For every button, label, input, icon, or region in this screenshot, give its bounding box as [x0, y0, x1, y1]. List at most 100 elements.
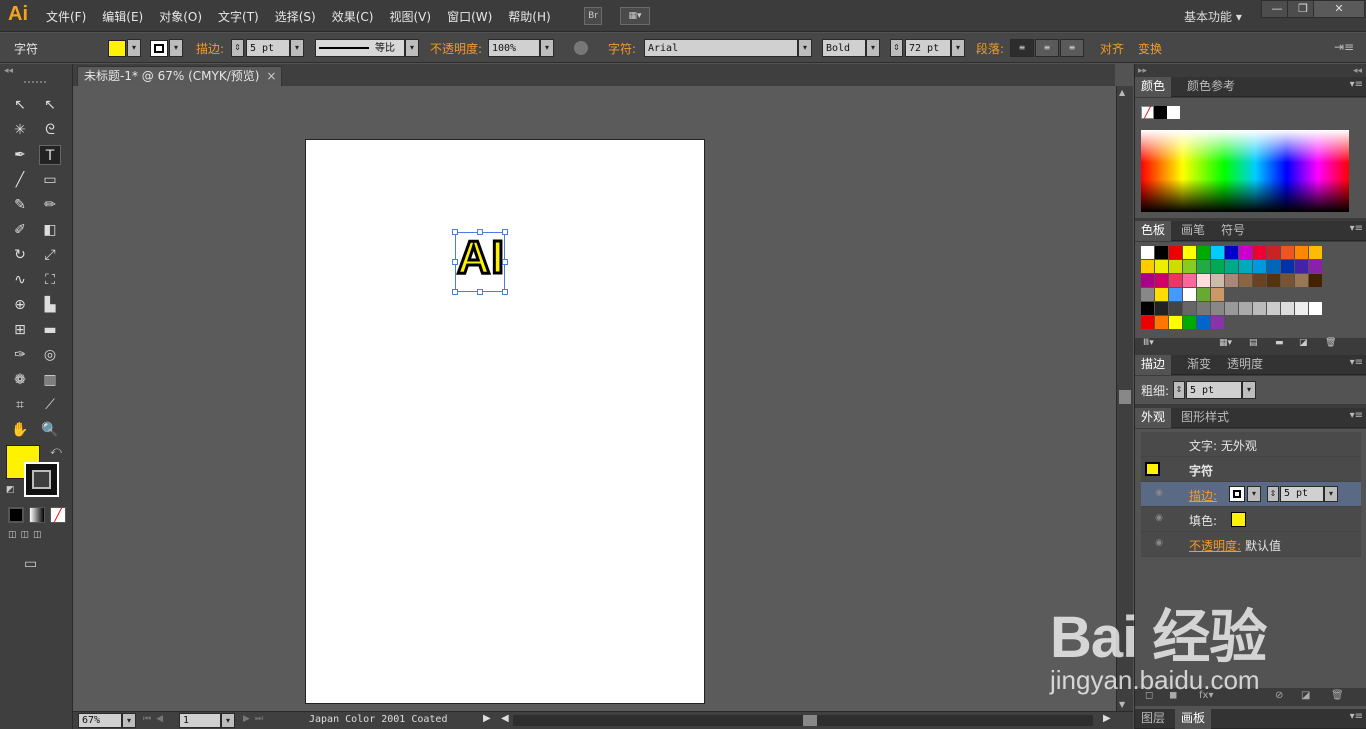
font-size-stepper[interactable]: ⇕ — [890, 39, 903, 57]
collapse-toolbox-icon[interactable]: ◂◂ — [4, 66, 13, 76]
expand-dock-icon[interactable]: ▸▸ — [1138, 66, 1147, 76]
shape-builder-tool-icon[interactable]: ⊕ — [9, 295, 31, 315]
fill-dropdown[interactable]: ▾ — [127, 39, 141, 57]
menu-edit[interactable]: 编辑(E) — [94, 8, 151, 25]
color-swatch[interactable] — [1197, 274, 1210, 287]
appearance-stroke-label[interactable]: 描边: — [1189, 487, 1217, 504]
drawing-modes-icon[interactable]: ◫◫◫ — [8, 530, 66, 544]
tab-color-guide[interactable]: 颜色参考 — [1181, 77, 1241, 97]
color-swatch[interactable] — [1141, 246, 1154, 259]
color-swatch[interactable] — [1183, 316, 1196, 329]
color-swatch[interactable] — [1141, 288, 1154, 301]
paragraph-label[interactable]: 段落: — [976, 40, 1004, 57]
color-swatch[interactable] — [1155, 288, 1168, 301]
color-swatch[interactable] — [1239, 274, 1252, 287]
stroke-swatch[interactable] — [150, 40, 168, 57]
color-swatch[interactable] — [1197, 246, 1210, 259]
color-swatch[interactable] — [1295, 260, 1308, 273]
eraser-tool-icon[interactable]: ◧ — [39, 220, 61, 240]
blend-tool-icon[interactable]: ◎ — [39, 345, 61, 365]
white-swatch[interactable] — [1167, 106, 1180, 119]
color-swatch[interactable] — [1239, 246, 1252, 259]
color-swatch[interactable] — [1281, 260, 1294, 273]
lasso-tool-icon[interactable]: ᘓ — [39, 120, 61, 140]
color-swatch[interactable] — [1267, 302, 1280, 315]
color-swatch[interactable] — [1155, 260, 1168, 273]
align-center-icon[interactable]: ≡ — [1035, 39, 1059, 57]
duplicate-item-icon[interactable]: ◪ — [1301, 690, 1310, 701]
color-swatch[interactable] — [1155, 316, 1168, 329]
appearance-row-character[interactable]: 字符 — [1141, 457, 1361, 482]
color-panel-menu-icon[interactable]: ▾≡ — [1350, 79, 1363, 90]
tab-brushes[interactable]: 画笔 — [1175, 221, 1211, 241]
artboard-number-field[interactable]: 1 — [179, 713, 221, 728]
resize-handle[interactable] — [477, 289, 483, 295]
tab-appearance[interactable]: 外观 — [1135, 408, 1172, 428]
resize-handle[interactable] — [502, 259, 508, 265]
color-swatch[interactable] — [1253, 260, 1266, 273]
horizontal-scrollbar[interactable] — [513, 715, 1093, 726]
tab-stroke[interactable]: 描边 — [1135, 355, 1172, 375]
align-left-icon[interactable]: ≡ — [1010, 39, 1034, 57]
align-panel-link[interactable]: 对齐 — [1100, 40, 1124, 57]
appearance-stroke-stepper[interactable]: ⇕ — [1267, 486, 1279, 502]
color-swatch[interactable] — [1169, 288, 1182, 301]
stroke-label[interactable]: 描边: — [196, 40, 224, 57]
none-swatch[interactable]: ╱ — [1141, 106, 1154, 119]
layers-panel-menu-icon[interactable]: ▾≡ — [1350, 711, 1363, 722]
color-swatch[interactable] — [1197, 288, 1210, 301]
hand-tool-icon[interactable]: ✋ — [9, 420, 31, 440]
delete-swatch-icon[interactable]: 🗑 — [1325, 338, 1336, 348]
color-swatch[interactable] — [1211, 302, 1224, 315]
color-swatch[interactable] — [1211, 288, 1224, 301]
clear-appearance-icon[interactable]: ⊘ — [1275, 690, 1283, 701]
scroll-up-icon[interactable]: ▲ — [1119, 88, 1125, 97]
close-tab-icon[interactable]: × — [266, 67, 276, 86]
color-swatch[interactable] — [1295, 246, 1308, 259]
menu-help[interactable]: 帮助(H) — [500, 8, 558, 25]
stroke-weight-field[interactable]: 5 pt — [246, 39, 290, 57]
character-label[interactable]: 字符: — [608, 40, 636, 57]
resize-handle[interactable] — [452, 289, 458, 295]
color-swatch[interactable] — [1197, 260, 1210, 273]
weight-stepper[interactable]: ⇕ — [1173, 381, 1185, 399]
color-swatch[interactable] — [1267, 246, 1280, 259]
color-swatch[interactable] — [1239, 302, 1252, 315]
swatch-options-icon[interactable]: ▤ — [1249, 338, 1258, 348]
close-button[interactable]: ✕ — [1313, 0, 1365, 18]
fill-swatch[interactable] — [108, 40, 126, 57]
color-swatch[interactable] — [1155, 302, 1168, 315]
zoom-dropdown[interactable]: ▾ — [122, 713, 136, 728]
stroke-profile-field[interactable]: 等比 — [315, 39, 405, 57]
black-swatch[interactable] — [1154, 106, 1167, 119]
menu-object[interactable]: 对象(O) — [151, 8, 210, 25]
appearance-panel-menu-icon[interactable]: ▾≡ — [1350, 410, 1363, 421]
color-swatch[interactable] — [1155, 274, 1168, 287]
column-graph-tool-icon[interactable]: ▥ — [39, 370, 61, 390]
resize-handle[interactable] — [502, 229, 508, 235]
selection-tool-icon[interactable]: ↖ — [9, 95, 31, 115]
horizontal-scroll-thumb[interactable] — [803, 715, 817, 726]
color-swatch[interactable] — [1225, 246, 1238, 259]
show-swatch-kinds-icon[interactable]: ▦▾ — [1219, 338, 1232, 348]
color-swatch[interactable] — [1309, 260, 1322, 273]
rotate-tool-icon[interactable]: ↻ — [9, 245, 31, 265]
color-swatch[interactable] — [1211, 260, 1224, 273]
color-swatch[interactable] — [1295, 274, 1308, 287]
tab-symbols[interactable]: 符号 — [1215, 221, 1251, 241]
resize-handle[interactable] — [502, 289, 508, 295]
status-menu-icon[interactable]: ▶ — [483, 713, 491, 724]
menu-select[interactable]: 选择(S) — [267, 8, 324, 25]
swatch-library-icon[interactable]: Ⅲ▾ — [1143, 338, 1154, 348]
color-spectrum[interactable] — [1141, 130, 1349, 212]
resize-handle[interactable] — [452, 229, 458, 235]
visibility-eye-icon[interactable]: ◉ — [1153, 513, 1165, 525]
color-swatch[interactable] — [1225, 260, 1238, 273]
menu-view[interactable]: 视图(V) — [381, 8, 439, 25]
screen-mode-icon[interactable]: ▭ — [24, 556, 37, 572]
color-mode-icon[interactable] — [8, 507, 24, 523]
arrange-documents-icon[interactable]: ▦▾ — [620, 7, 650, 25]
scroll-down-icon[interactable]: ▼ — [1119, 700, 1125, 709]
color-swatch[interactable] — [1183, 274, 1196, 287]
paintbrush-tool-icon[interactable]: ✎ — [9, 195, 31, 215]
